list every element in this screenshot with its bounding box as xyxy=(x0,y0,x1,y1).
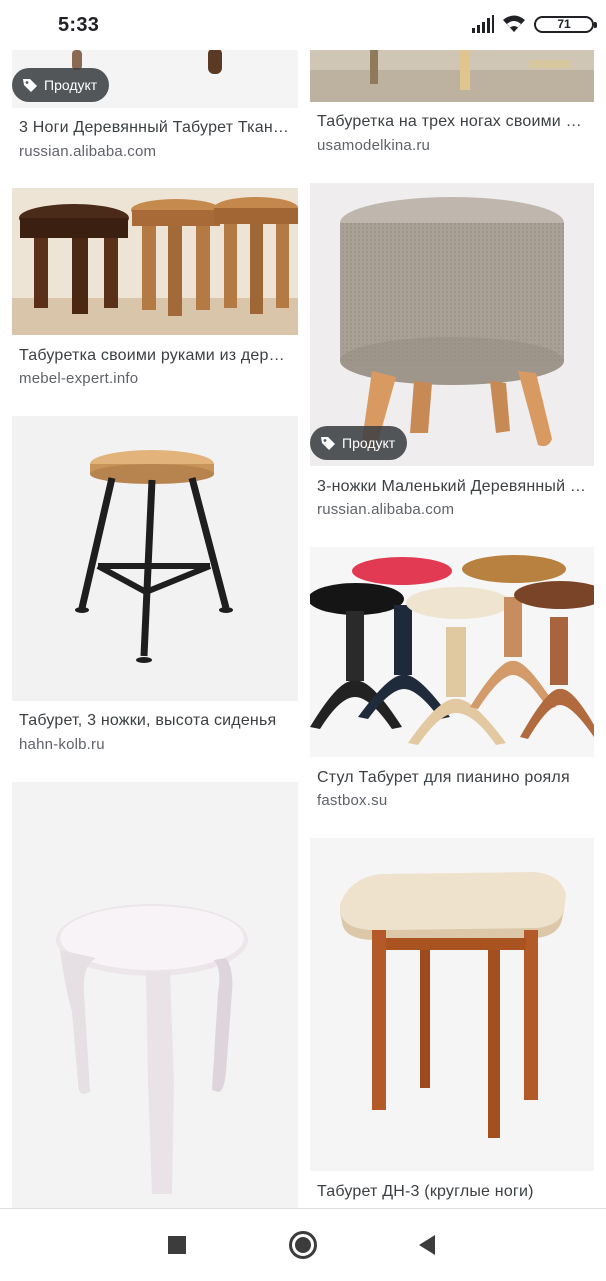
result-card[interactable]: Продукт 3-ножки Маленький Деревянный Таб… xyxy=(310,183,594,528)
metal-stool-image xyxy=(75,450,233,663)
badge-label: Продукт xyxy=(44,77,98,93)
product-badge: Продукт xyxy=(310,426,408,460)
result-title[interactable]: Стул Табурет для пианино рояля xyxy=(317,769,587,787)
status-time: 5:33 xyxy=(58,14,100,36)
home-circle-icon xyxy=(289,1231,317,1259)
product-badge: Продукт xyxy=(12,68,110,102)
result-card[interactable]: Табуретка на трех ногах своими руками us… xyxy=(310,40,594,165)
wooden-stools-image xyxy=(12,188,298,335)
wifi-icon xyxy=(503,15,525,32)
piano-stools-image xyxy=(310,547,594,757)
battery-level: 71 xyxy=(557,17,571,31)
upholstered-stool-image xyxy=(310,183,594,466)
result-image[interactable] xyxy=(12,416,298,701)
status-bar: 5:33 71 xyxy=(0,0,606,50)
tag-icon xyxy=(321,437,335,450)
result-card[interactable]: Продукт 3 Ноги Деревянный Табурет Ткань … xyxy=(12,40,298,170)
result-source: usamodelkina.ru xyxy=(317,137,431,154)
result-image[interactable] xyxy=(310,838,594,1171)
result-image[interactable]: Продукт xyxy=(310,183,594,466)
battery-icon: 71 xyxy=(534,15,597,33)
recents-square-icon xyxy=(168,1236,186,1254)
result-title[interactable]: Табурет ДН-3 (круглые ноги) xyxy=(317,1183,587,1201)
result-title[interactable]: 3 Ноги Деревянный Табурет Ткань Маленьки… xyxy=(19,119,291,137)
result-title[interactable]: Табурет, 3 ножки, высота сиденья xyxy=(19,712,291,730)
tag-icon xyxy=(23,79,37,92)
result-card[interactable]: Табуретка своими руками из дерева mebel-… xyxy=(12,188,298,398)
recents-button[interactable] xyxy=(159,1227,195,1263)
result-card[interactable]: Стул Табурет для пианино рояля fastbox.s… xyxy=(310,547,594,817)
result-source: mebel-expert.info xyxy=(19,370,139,387)
white-stool-image xyxy=(12,782,298,1208)
result-source: hahn-kolb.ru xyxy=(19,736,105,753)
result-source: fastbox.su xyxy=(317,792,388,809)
system-nav-bar xyxy=(0,1208,606,1281)
result-source: russian.alibaba.com xyxy=(317,501,455,518)
result-image[interactable] xyxy=(310,547,594,757)
home-button[interactable] xyxy=(285,1227,321,1263)
result-title[interactable]: Табуретка на трех ногах своими руками xyxy=(317,113,587,131)
back-button[interactable] xyxy=(409,1227,445,1263)
signal-icon xyxy=(472,15,494,33)
result-title[interactable]: Табуретка своими руками из дерева xyxy=(19,347,291,365)
back-triangle-icon xyxy=(419,1235,435,1255)
result-source: russian.alibaba.com xyxy=(19,143,157,160)
result-image[interactable]: Продукт xyxy=(12,40,298,108)
result-card[interactable]: Табурет ДН-3 (круглые ноги) xyxy=(310,838,594,1208)
result-image[interactable] xyxy=(12,782,298,1208)
square-stool-image xyxy=(310,838,594,1171)
result-title[interactable]: 3-ножки Маленький Деревянный Табурет xyxy=(317,478,587,496)
badge-label: Продукт xyxy=(342,435,396,451)
status-icons: 71 xyxy=(472,15,597,33)
result-card[interactable] xyxy=(12,782,298,1208)
result-image[interactable] xyxy=(12,188,298,335)
result-card[interactable]: Табурет, 3 ножки, высота сиденья hahn-ko… xyxy=(12,416,298,761)
